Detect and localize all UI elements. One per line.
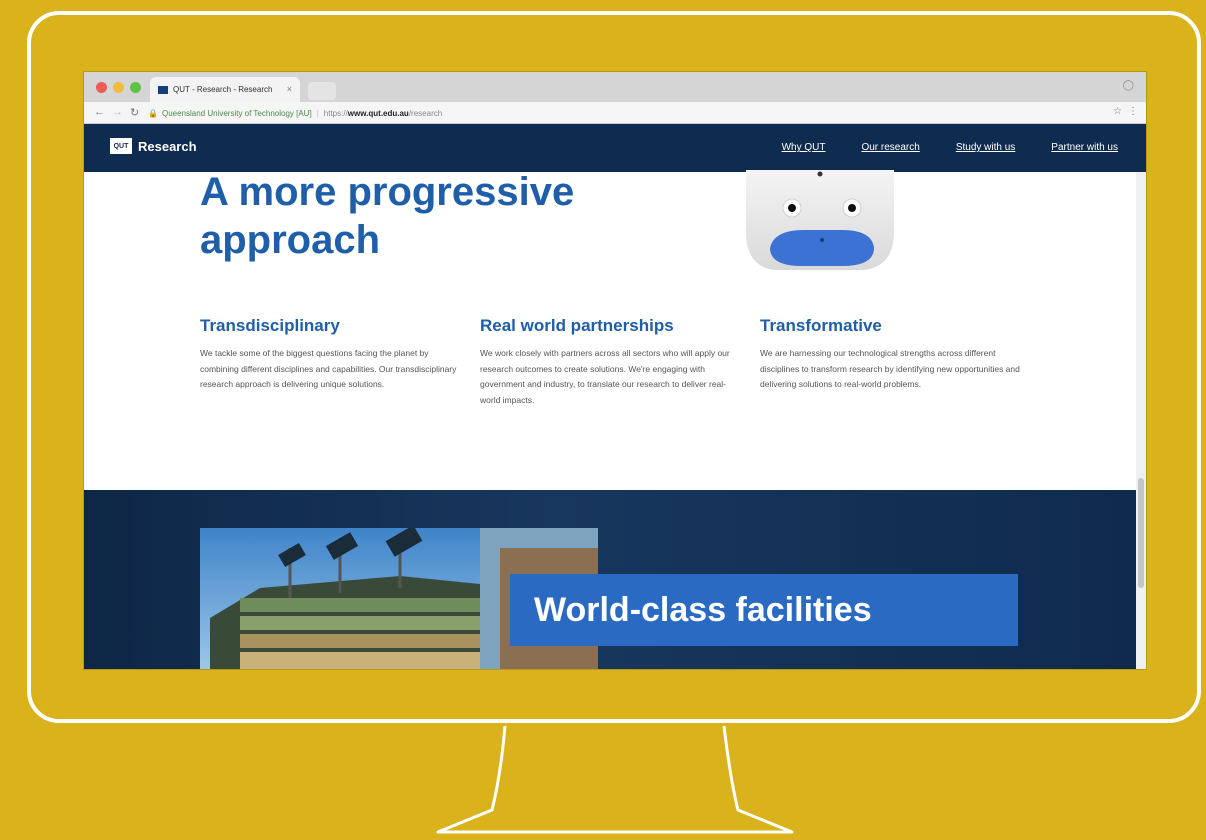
url-separator: |	[316, 108, 319, 118]
url-field[interactable]: 🔒 Queensland University of Technology [A…	[148, 106, 442, 120]
nav-our-research[interactable]: Our research	[861, 142, 919, 153]
arrow-right-icon[interactable]: →	[112, 106, 123, 118]
arrow-left-icon[interactable]: ←	[94, 106, 105, 118]
url-domain: www.qut.edu.au	[347, 108, 409, 118]
column-body: We are harnessing our technological stre…	[760, 348, 1020, 389]
url-organization: Queensland University of Technology [AU]	[161, 108, 312, 118]
minimize-window-button[interactable]	[113, 82, 124, 93]
address-bar: ← → ↻ 🔒 Queensland University of Technol…	[84, 102, 1146, 124]
url-protocol: https://	[323, 108, 348, 118]
nav-why-qut[interactable]: Why QUT	[782, 142, 826, 153]
profile-icon[interactable]: ◯	[1123, 80, 1134, 91]
tab-title: QUT - Research - Research	[173, 85, 273, 94]
column-real-world-partnerships: Real world partnerships We work closely …	[480, 316, 740, 408]
new-tab-button[interactable]	[308, 82, 336, 100]
column-transformative: Transformative We are harnessing our tec…	[760, 316, 1020, 393]
column-body: We work closely with partners across all…	[480, 348, 730, 405]
tab-strip: QUT - Research - Research × ◯	[84, 72, 1146, 102]
column-body: We tackle some of the biggest questions …	[200, 348, 457, 389]
qut-logo-badge: QUT	[110, 138, 132, 154]
hero-title: A more progressive approach	[200, 168, 720, 264]
qut-favicon-icon	[158, 85, 168, 94]
star-icon[interactable]: ☆	[1113, 106, 1122, 117]
logo-text: Research	[138, 138, 197, 154]
browser-tab-active[interactable]: QUT - Research - Research ×	[150, 77, 300, 102]
facilities-section: World-class facilities	[84, 490, 1136, 669]
nav-partner-with-us[interactable]: Partner with us	[1051, 142, 1118, 153]
hero-title-line-2: approach	[200, 218, 381, 262]
site-logo[interactable]: QUT Research	[110, 138, 197, 154]
column-transdisciplinary: Transdisciplinary We tackle some of the …	[200, 316, 460, 393]
site-header: QUT Research Why QUT Our research Study …	[84, 124, 1146, 172]
lock-icon: 🔒	[148, 108, 158, 118]
scrollbar-thumb[interactable]	[1138, 478, 1144, 588]
column-heading: Transdisciplinary	[200, 316, 340, 335]
column-heading: Real world partnerships	[480, 316, 674, 335]
hero-title-line-1: A more progressive	[200, 170, 575, 214]
page-scrollbar[interactable]	[1136, 172, 1146, 669]
nav-study-with-us[interactable]: Study with us	[956, 142, 1015, 153]
site-nav: Why QUT Our research Study with us Partn…	[782, 142, 1118, 153]
robot-image	[746, 170, 894, 270]
column-heading: Transformative	[760, 316, 882, 335]
tab-close-icon[interactable]: ×	[287, 84, 292, 94]
menu-dots-icon[interactable]: ⋮	[1128, 106, 1138, 117]
close-window-button[interactable]	[96, 82, 107, 93]
facilities-title[interactable]: World-class facilities	[510, 574, 1018, 646]
reload-icon[interactable]: ↻	[130, 106, 139, 119]
maximize-window-button[interactable]	[130, 82, 141, 93]
url-path: /research	[408, 108, 443, 118]
browser-window: QUT - Research - Research × ◯ ← → ↻ 🔒 Qu…	[84, 72, 1146, 669]
